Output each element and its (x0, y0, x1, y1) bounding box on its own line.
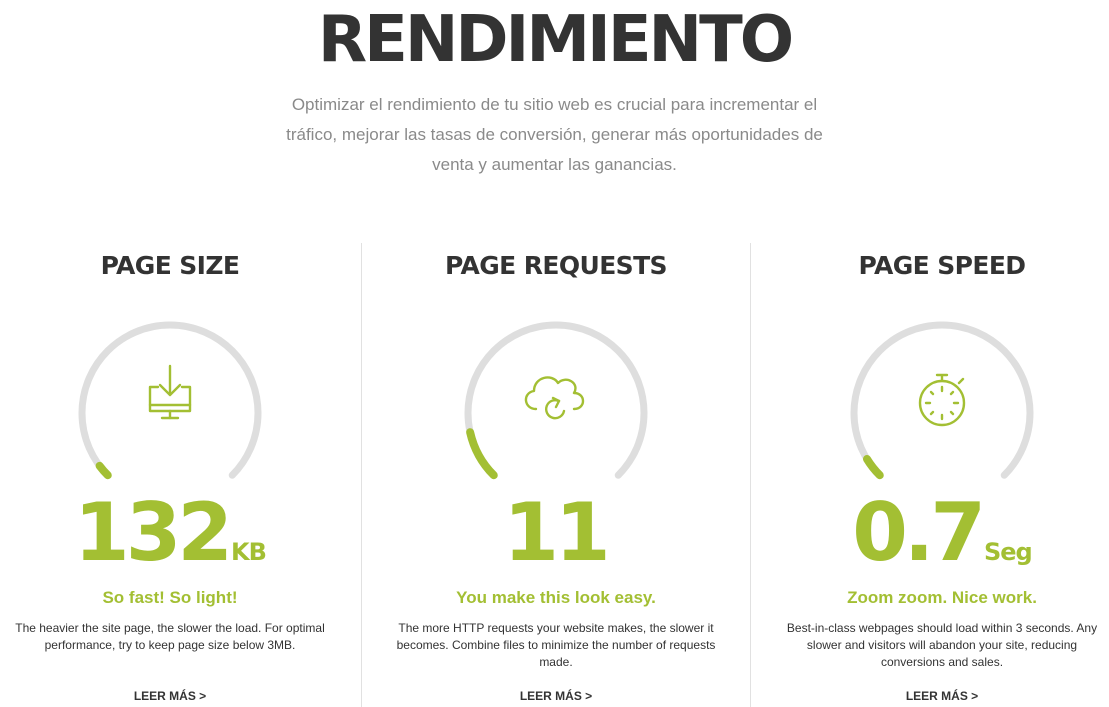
metric-tagline: So fast! So light! (102, 588, 238, 607)
metric-description: Best-in-class webpages should load withi… (786, 621, 1098, 669)
download-monitor-icon (148, 364, 192, 420)
metric-unit: Seg (983, 538, 1033, 566)
metric-readout: 132KB (0, 493, 340, 573)
read-more-link[interactable]: LEER MÁS > (386, 689, 726, 703)
gauge-svg (78, 321, 262, 480)
gauge (70, 321, 270, 491)
stopwatch-icon (918, 373, 966, 427)
gauge-track (78, 321, 262, 479)
metric-unit: KB (231, 538, 267, 566)
gauge-fill (862, 454, 884, 480)
gauge (842, 321, 1042, 491)
metric-card-page-speed: PAGE SPEED 0.7Seg Zoom zoom. Nice work. … (772, 243, 1109, 707)
metric-value: 11 (503, 486, 610, 579)
metric-card-page-size: PAGE SIZE 132KB So fast! So light! The h… (0, 243, 340, 707)
metric-card-page-requests: PAGE REQUESTS 11 You make this look easy… (386, 243, 726, 707)
metric-description: The more HTTP requests your website make… (396, 621, 716, 669)
gauge (456, 321, 656, 491)
read-more-link[interactable]: LEER MÁS > (772, 689, 1109, 703)
gauge-svg (850, 321, 1034, 480)
page-title: RENDIMIENTO (317, 3, 794, 77)
metric-value: 132 (74, 486, 233, 579)
metric-value: 0.7 (852, 486, 986, 579)
read-more-link[interactable]: LEER MÁS > (0, 689, 340, 703)
metric-title: PAGE SIZE (100, 251, 240, 280)
page-subtitle: Optimizar el rendimiento de tu sitio web… (286, 95, 823, 174)
hero-section: RENDIMIENTO Optimizar el rendimiento de … (0, 0, 1109, 180)
metric-description: The heavier the site page, the slower th… (15, 621, 325, 652)
metric-readout: 0.7Seg (772, 493, 1109, 573)
metric-tagline: Zoom zoom. Nice work. (847, 588, 1037, 607)
gauge-fill (95, 461, 112, 480)
gauge-svg (464, 321, 648, 480)
gauge-track (850, 321, 1034, 479)
cloud-sync-icon (524, 376, 585, 420)
metric-title: PAGE SPEED (858, 251, 1027, 280)
metric-title: PAGE REQUESTS (445, 251, 668, 280)
metrics-section: PAGE SIZE 132KB So fast! So light! The h… (0, 243, 1109, 707)
metric-readout: 11 (386, 493, 726, 573)
metric-tagline: You make this look easy. (456, 588, 656, 607)
gauge-fill (466, 428, 498, 480)
